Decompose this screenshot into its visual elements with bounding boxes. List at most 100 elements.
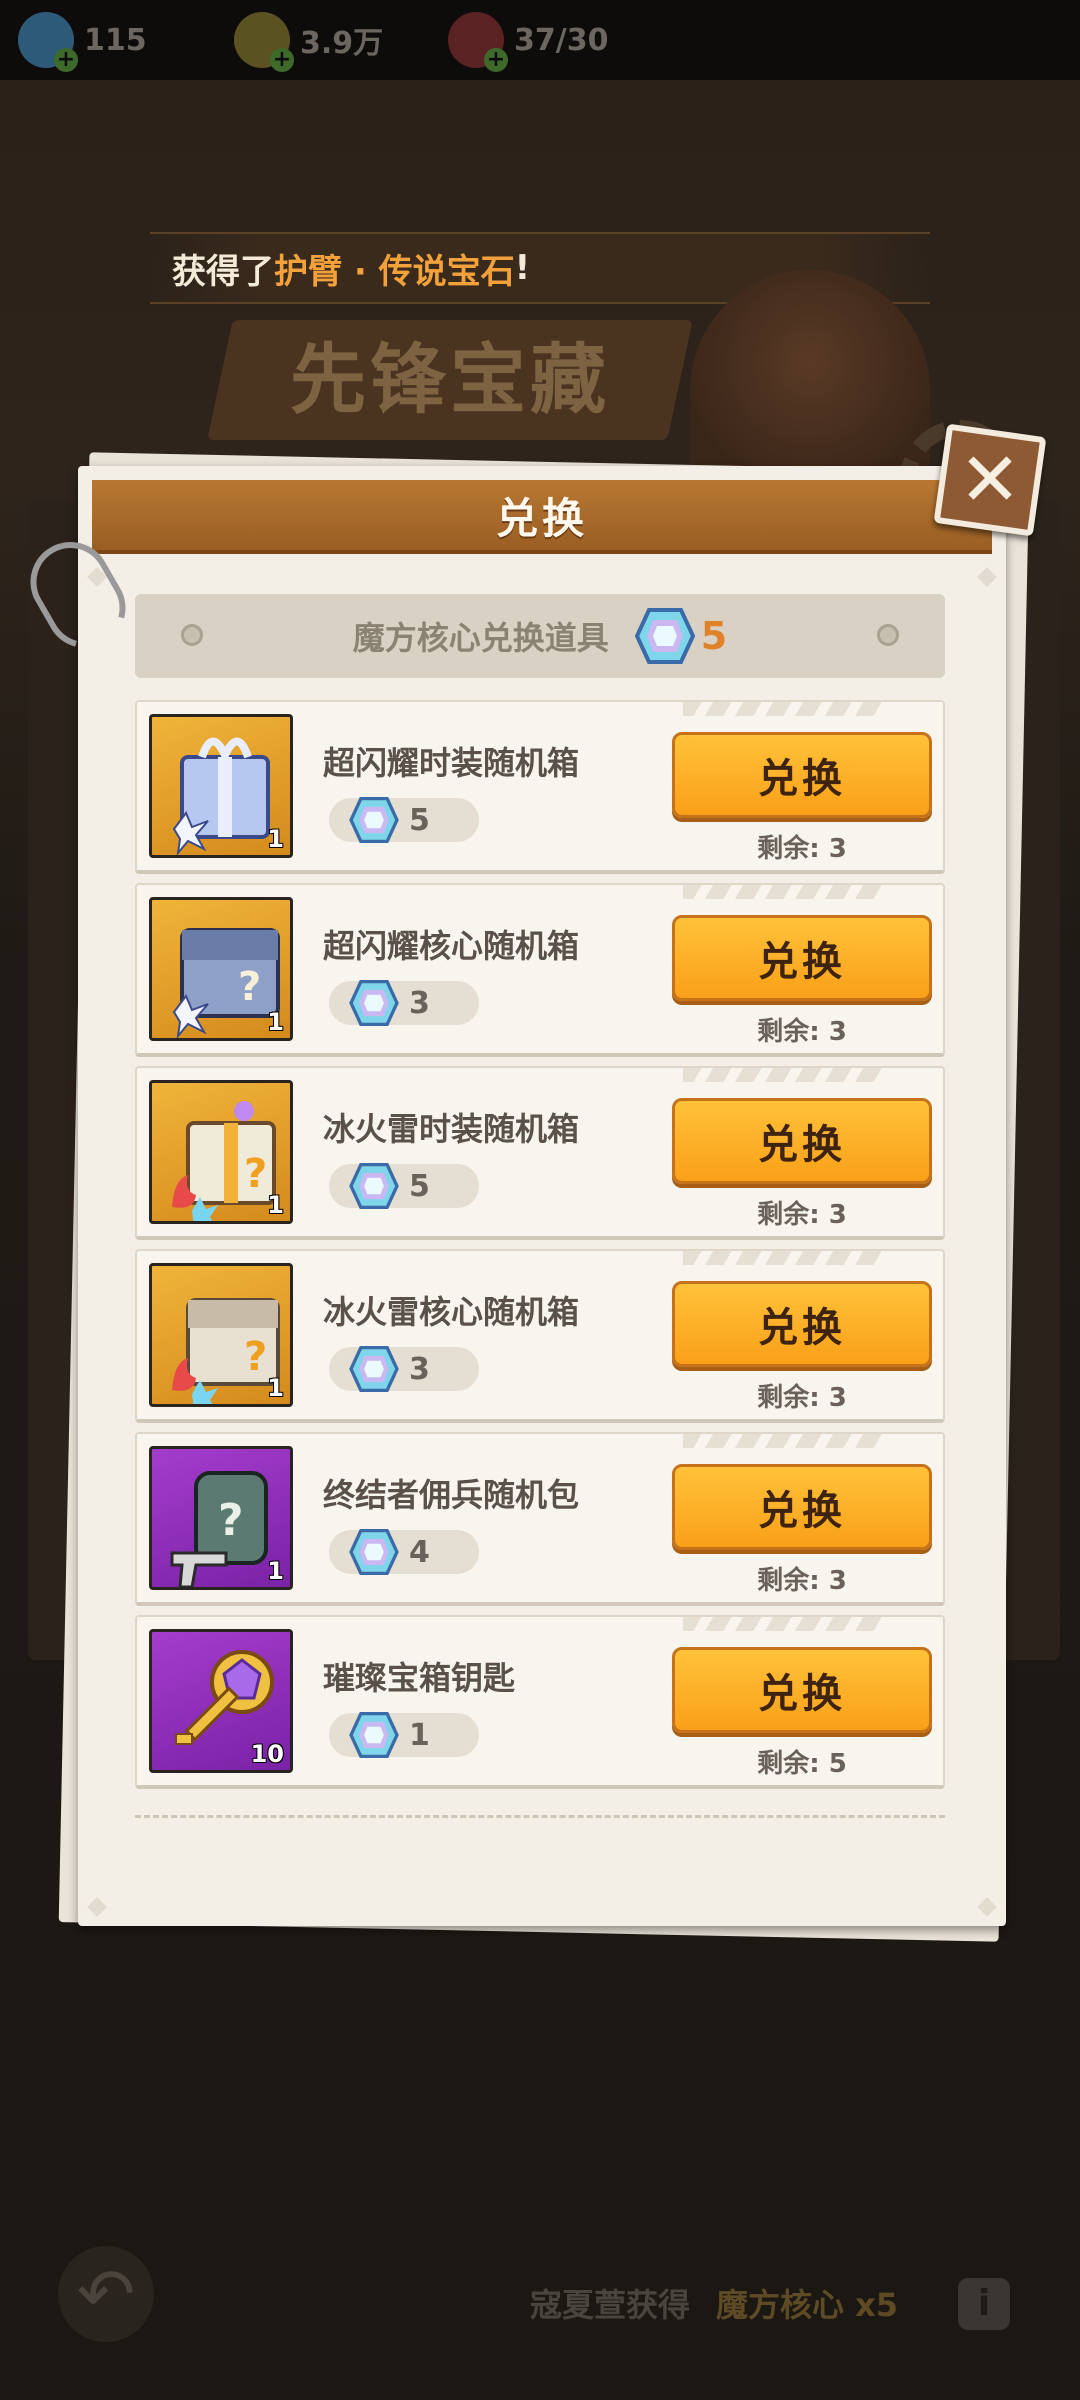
svg-text:?: ? [244,1151,267,1197]
magic-cube-core-icon [349,1529,399,1575]
gain-item: 魔方核心 x5 [716,2286,899,2324]
pin-icon [181,624,203,646]
banner-prefix: 获得了 [172,251,274,292]
blue-gift-box-icon[interactable]: 1 [149,714,293,858]
remaining-label: 剩余: [757,1749,820,1779]
item-quantity: 1 [267,825,284,853]
exchange-item-row: ? 1 终结者佣兵随机包 4 兑换 剩余: 3 [135,1432,945,1606]
decorative-stripe [683,1251,883,1265]
item-cost-value: 3 [409,1351,430,1387]
exchange-item-row: ? 1 冰火雷时装随机箱 5 兑换 剩余: 3 [135,1066,945,1240]
currency-strip: 魔方核心兑换道具 5 [135,594,945,678]
gain-notice: 寇夏萱获得 魔方核心 x5 [530,2278,898,2328]
magic-cube-core-icon [349,797,399,843]
resource-cube-value: 115 [84,22,147,58]
item-quantity: 1 [267,1557,284,1585]
magic-cube-core-icon [634,608,695,664]
svg-text:?: ? [238,964,261,1010]
info-button[interactable]: i [958,2278,1010,2330]
resource-bar: + 115 + 3.9万 + 37/30 [0,0,1080,80]
remaining-value: 5 [828,1749,847,1779]
item-cost-value: 5 [409,802,430,838]
svg-text:?: ? [244,1334,267,1380]
item-name: 璀璨宝箱钥匙 [323,1659,516,1697]
pin-icon [877,624,899,646]
item-cost-value: 4 [409,1534,430,1570]
magic-cube-core-icon [349,1712,399,1758]
fire-ice-gift-box-icon[interactable]: ? 1 [149,1080,293,1224]
redeem-button[interactable]: 兑换 [672,1647,932,1733]
item-quantity: 1 [267,1008,284,1036]
fire-ice-mystery-chest-icon[interactable]: ? 1 [149,1263,293,1407]
item-cost-value: 3 [409,985,430,1021]
resource-stamina-value: 37/30 [514,22,609,58]
item-cost-value: 1 [409,1717,430,1753]
magic-cube-core-icon [349,1163,399,1209]
exchange-item-row: 1 超闪耀时装随机箱 5 兑换 剩余: 3 [135,700,945,874]
item-name: 冰火雷核心随机箱 [323,1293,580,1331]
item-quantity: 1 [267,1374,284,1402]
close-icon: ✕ [958,436,1022,523]
remaining-count: 剩余: 3 [672,1194,932,1231]
redeem-button[interactable]: 兑换 [672,732,932,818]
item-cost: 1 [329,1712,479,1758]
item-name: 终结者佣兵随机包 [323,1476,580,1514]
remaining-count: 剩余: 5 [672,1743,932,1780]
gain-text: 寇夏萱获得 [530,2286,691,2324]
decorative-stripe [683,702,883,716]
remaining-count: 剩余: 3 [672,1560,932,1597]
redeem-button[interactable]: 兑换 [672,1281,932,1367]
resource-stamina[interactable]: + 37/30 [448,12,609,72]
resource-coin[interactable]: + 3.9万 [234,12,384,72]
back-button[interactable]: ↶ [58,2246,154,2342]
remaining-label: 剩余: [757,1017,820,1047]
item-cost: 5 [329,1163,479,1209]
event-title: 先锋宝藏 [207,320,693,440]
remaining-value: 3 [828,1566,847,1596]
banner-highlight: 护臂 · 传说宝石 [274,251,515,292]
item-quantity: 1 [267,1191,284,1219]
remaining-label: 剩余: [757,1383,820,1413]
redeem-button[interactable]: 兑换 [672,1464,932,1550]
meat-icon: + [448,12,508,72]
item-name: 冰火雷时装随机箱 [323,1110,580,1148]
back-icon: ↶ [76,2253,136,2335]
redeem-button[interactable]: 兑换 [672,1098,932,1184]
gem-key-icon[interactable]: 10 [149,1629,293,1773]
corner-ornament [977,567,997,587]
decorative-stripe [683,1434,883,1448]
item-cost: 4 [329,1529,479,1575]
decorative-stripe [683,1617,883,1631]
magic-cube-core-icon [349,1346,399,1392]
redeem-button[interactable]: 兑换 [672,915,932,1001]
blue-mystery-chest-icon[interactable]: ? 1 [149,897,293,1041]
corner-ornament [87,1897,107,1917]
remaining-count: 剩余: 3 [672,1377,932,1414]
coin-icon: + [234,12,294,72]
cube-icon: + [18,12,78,72]
mercenary-backpack-icon[interactable]: ? 1 [149,1446,293,1590]
remaining-label: 剩余: [757,834,820,864]
remaining-value: 3 [828,1383,847,1413]
remaining-label: 剩余: [757,1200,820,1230]
remaining-count: 剩余: 3 [672,1011,932,1048]
item-name: 超闪耀核心随机箱 [323,927,580,965]
item-cost-value: 5 [409,1168,430,1204]
exchange-item-row: 10 璀璨宝箱钥匙 1 兑换 剩余: 5 [135,1615,945,1789]
close-button[interactable]: ✕ [933,423,1047,537]
dialog-header: 兑换 [92,480,992,554]
resource-coin-value: 3.9万 [300,26,384,61]
decorative-stripe [683,1068,883,1082]
exchange-item-row: ? 1 超闪耀核心随机箱 3 兑换 剩余: 3 [135,883,945,1057]
item-cost: 3 [329,980,479,1026]
plus-icon: + [484,48,508,72]
item-name: 超闪耀时装随机箱 [323,744,580,782]
resource-cube[interactable]: + 115 [18,12,147,72]
item-cost: 3 [329,1346,479,1392]
item-cost: 5 [329,797,479,843]
info-icon: i [977,2283,991,2324]
item-quantity: 10 [250,1740,284,1768]
magic-cube-core-icon [349,980,399,1026]
currency-amount: 5 [700,614,728,658]
dialog-title: 兑换 [495,493,588,543]
